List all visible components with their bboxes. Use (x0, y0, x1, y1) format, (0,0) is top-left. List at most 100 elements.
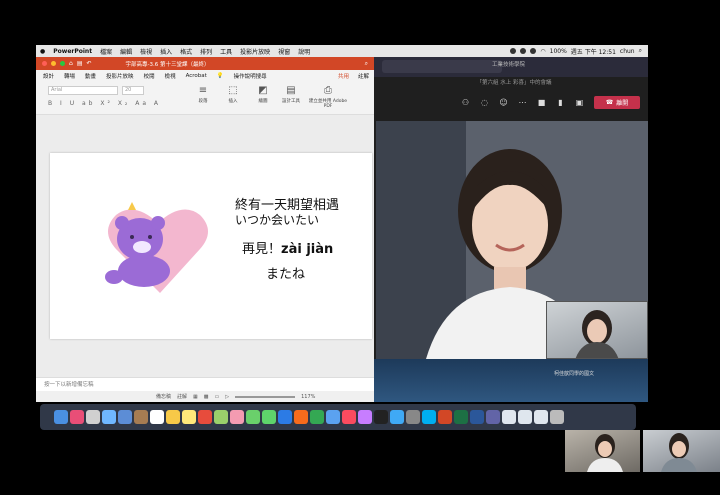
maximize-icon[interactable] (60, 61, 65, 66)
maps-icon[interactable] (214, 410, 228, 424)
share-button[interactable]: 共用 (334, 72, 353, 80)
tab-design[interactable]: 設計 (38, 72, 59, 80)
apple-icon[interactable]: ● (36, 48, 49, 55)
launchpad-icon[interactable] (70, 410, 84, 424)
notes-pane[interactable]: 按一下以新增備忘稿 (36, 377, 374, 391)
menu-slideshow[interactable]: 投影片放映 (236, 47, 274, 56)
share-screen-icon[interactable]: ▣ (575, 98, 584, 107)
ribbon-insert[interactable]: ⬚ 插入 (222, 85, 244, 104)
facetime-icon[interactable] (262, 410, 276, 424)
documents-icon[interactable] (518, 410, 532, 424)
status-icon[interactable] (510, 48, 517, 54)
tab-transitions[interactable]: 轉場 (59, 72, 80, 80)
menu-help[interactable]: 說明 (294, 47, 314, 56)
ribbon-draw[interactable]: ◩ 繪圖 (252, 85, 274, 104)
reactions-icon[interactable]: ☺ (499, 98, 508, 107)
wifi-icon[interactable]: ◠ (540, 48, 545, 55)
leave-button[interactable]: ☎ 離開 (594, 95, 640, 109)
battery-level[interactable]: 100% (550, 48, 567, 55)
search-icon[interactable]: ⌕ (365, 60, 374, 68)
skype-icon[interactable] (422, 410, 436, 424)
photos-app-icon[interactable] (230, 410, 244, 424)
font-size-field[interactable]: 20 (122, 86, 144, 95)
more-icon[interactable]: ⋯ (518, 98, 527, 107)
comments-button[interactable]: 註解 (353, 72, 374, 80)
gallery-video-tile[interactable] (643, 430, 720, 472)
reading-view-icon[interactable]: ▭ (215, 394, 220, 400)
teams-search-box[interactable] (382, 60, 502, 73)
notes-icon[interactable] (134, 410, 148, 424)
user-name[interactable]: chun (620, 48, 635, 55)
font-name-field[interactable]: Arial (48, 86, 118, 95)
tab-slideshow[interactable]: 投影片放映 (101, 72, 139, 80)
word-doc-icon[interactable] (470, 410, 484, 424)
search-icon[interactable]: ⌕ (639, 47, 642, 55)
save-icon[interactable]: ▤ (77, 60, 83, 67)
excel-icon[interactable] (454, 410, 468, 424)
calendar-icon[interactable] (150, 410, 164, 424)
teams-icon[interactable] (486, 410, 500, 424)
numbers-icon[interactable] (310, 410, 324, 424)
menu-insert[interactable]: 插入 (156, 47, 176, 56)
trash-icon[interactable] (550, 410, 564, 424)
tv-icon[interactable] (374, 410, 388, 424)
teams-tenant-name[interactable]: 工業技術學院 (492, 60, 525, 68)
tell-me-search[interactable]: 操作說明搜尋 (229, 72, 272, 80)
participants-icon[interactable]: ⚇ (461, 98, 470, 107)
tab-review[interactable]: 校閱 (139, 72, 160, 80)
format-buttons[interactable]: B I U ab X² X₂ Aa A (48, 100, 161, 107)
podcasts-icon[interactable] (358, 410, 372, 424)
comments-toggle[interactable]: 註解 (177, 393, 187, 400)
sorter-view-icon[interactable]: ▩ (204, 394, 209, 400)
close-icon[interactable] (42, 61, 47, 66)
undo-icon[interactable]: ↶ (86, 60, 91, 67)
word-icon[interactable] (278, 410, 292, 424)
chat-icon[interactable]: ◌ (480, 98, 489, 107)
mail-icon[interactable] (102, 410, 116, 424)
menu-arrange[interactable]: 排列 (196, 47, 216, 56)
menu-tools[interactable]: 工具 (216, 47, 236, 56)
gallery-video-tile[interactable] (565, 430, 640, 472)
music-icon[interactable] (342, 410, 356, 424)
minimize-icon[interactable] (51, 61, 56, 66)
ribbon-designer[interactable]: ▤ 設計工具 (280, 85, 302, 104)
menu-view[interactable]: 檢視 (136, 47, 156, 56)
keynote-icon[interactable] (326, 410, 340, 424)
notes-toggle[interactable]: 備忘稿 (156, 393, 171, 400)
menu-format[interactable]: 格式 (176, 47, 196, 56)
tab-animations[interactable]: 動畫 (80, 72, 101, 80)
mic-icon[interactable]: ▮ (556, 98, 565, 107)
home-icon[interactable]: ⌂ (69, 60, 73, 67)
chrome-icon[interactable] (166, 410, 180, 424)
status-icon[interactable] (530, 48, 537, 54)
slideshow-view-icon[interactable]: ▷ (225, 394, 229, 400)
powerpoint-icon[interactable] (438, 410, 452, 424)
menu-edit[interactable]: 編輯 (116, 47, 136, 56)
stickies-icon[interactable] (182, 410, 196, 424)
safari-icon[interactable] (86, 410, 100, 424)
downloads-icon[interactable] (502, 410, 516, 424)
finder-icon[interactable] (54, 410, 68, 424)
messages-icon[interactable] (246, 410, 260, 424)
zoom-slider[interactable] (235, 395, 296, 398)
menu-window[interactable]: 視窗 (274, 47, 294, 56)
participant-video-tile[interactable] (546, 301, 648, 359)
zoom-level[interactable]: 117% (301, 394, 315, 400)
slide-canvas[interactable]: 終有一天期望相遇 いつか会いたい 再見！zài jiàn またね (50, 153, 372, 339)
photos-icon[interactable] (118, 410, 132, 424)
books-icon[interactable] (294, 410, 308, 424)
tab-acrobat[interactable]: Acrobat (181, 73, 212, 79)
camera-icon[interactable]: ■ (537, 98, 546, 107)
app-store-icon[interactable] (390, 410, 404, 424)
tab-view[interactable]: 檢視 (160, 72, 181, 80)
ribbon-adobe-pdf[interactable]: ⎙ 建立並共用 Adobe PDF (308, 85, 348, 109)
menu-app-name[interactable]: PowerPoint (49, 48, 96, 55)
menu-file[interactable]: 檔案 (96, 47, 116, 56)
ribbon-paragraph[interactable]: ≡ 段落 (192, 85, 214, 104)
system-preferences-icon[interactable] (406, 410, 420, 424)
status-icon[interactable] (520, 48, 527, 54)
reminders-icon[interactable] (198, 410, 212, 424)
normal-view-icon[interactable]: ▦ (193, 394, 198, 400)
clock[interactable]: 週五 下午 12:51 (571, 47, 616, 56)
folder-icon[interactable] (534, 410, 548, 424)
